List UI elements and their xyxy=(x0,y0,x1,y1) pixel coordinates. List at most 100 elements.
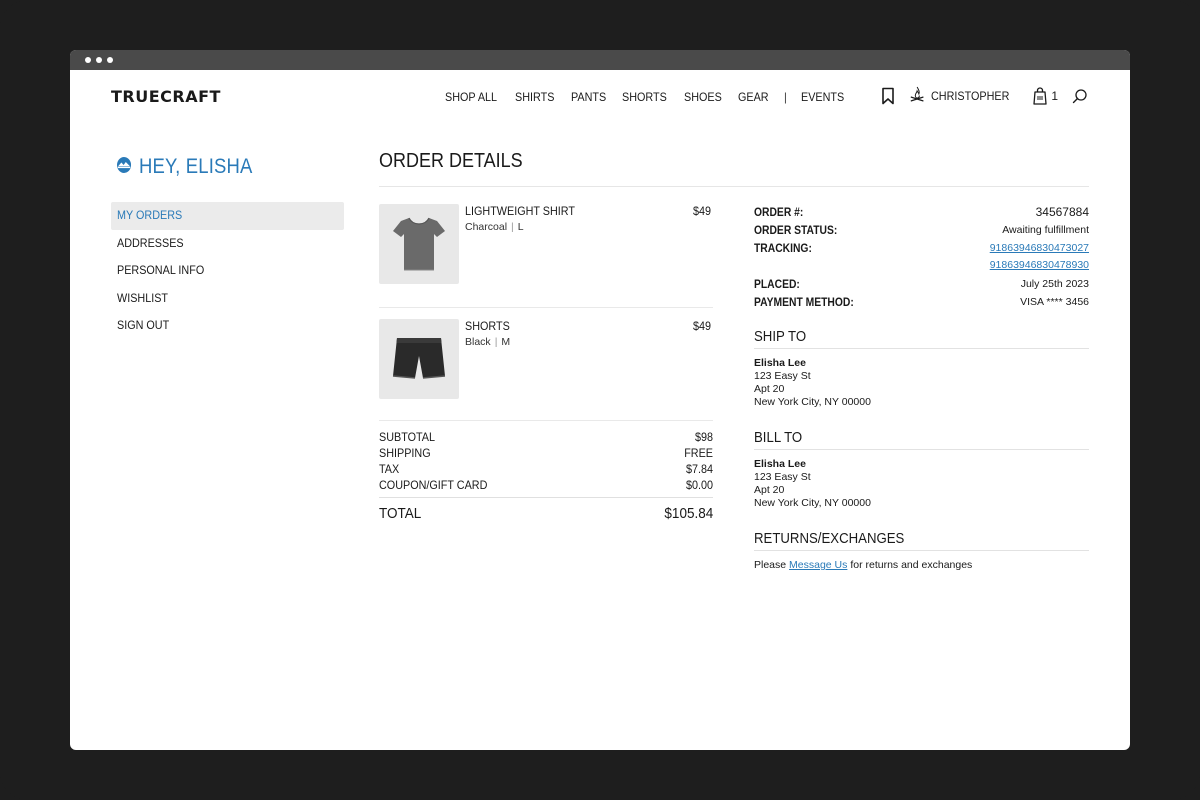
greeting: HEY, ELISHA xyxy=(117,155,344,179)
subtotal-label: SUBTOTAL xyxy=(379,430,436,444)
returns-suffix: for returns and exchanges xyxy=(850,559,973,571)
nav-pants[interactable]: PANTS xyxy=(571,90,606,104)
order-number-value: 34567884 xyxy=(1035,205,1089,219)
tracking-links: 91863946830473027 91863946830478930 xyxy=(990,240,1089,274)
device-frame: TRUECRAFT SHOP ALL SHIRTS PANTS SHORTS S… xyxy=(0,0,1200,800)
window-dot[interactable] xyxy=(85,57,91,63)
shipping-value: FREE xyxy=(684,446,713,460)
greeting-text: HEY, ELISHA xyxy=(139,155,253,178)
mountain-logo-icon xyxy=(117,155,132,179)
bill-to-line2: Apt 20 xyxy=(754,484,785,496)
item-color: Black xyxy=(465,336,491,348)
shorts-image xyxy=(392,338,446,379)
bookmark-icon[interactable] xyxy=(881,87,895,105)
sidebar-item-addresses[interactable]: ADDRESSES xyxy=(111,230,344,258)
tracking-link[interactable]: 91863946830473027 xyxy=(990,240,1089,256)
brand-logo[interactable]: TRUECRAFT xyxy=(111,87,221,106)
item-name-text: SHORTS xyxy=(465,319,510,333)
sidebar-item-label: SIGN OUT xyxy=(117,318,170,332)
item-name[interactable]: LIGHTWEIGHT SHIRT xyxy=(465,204,587,218)
ship-to-address: Elisha Lee 123 Easy St Apt 20 New York C… xyxy=(754,357,1089,409)
order-details-main: ORDER DETAILS LIGHTWEIGHT SHIRT Charcoal… xyxy=(379,150,1089,571)
nav-separator: | xyxy=(783,90,787,104)
item-variant: Black | M xyxy=(465,336,515,348)
product-image[interactable] xyxy=(379,204,459,284)
message-us-link[interactable]: Message Us xyxy=(789,559,847,571)
total-value: $105.84 xyxy=(664,505,713,522)
sidebar-item-personal-info[interactable]: PERSONAL INFO xyxy=(111,257,344,285)
coupon-label: COUPON/GIFT CARD xyxy=(379,478,488,492)
order-items: LIGHTWEIGHT SHIRT Charcoal | L $49 SHORT… xyxy=(379,204,713,522)
window-titlebar xyxy=(70,50,1130,70)
order-number-label: ORDER #: xyxy=(754,205,804,219)
payment-value: VISA **** 3456 xyxy=(1020,296,1089,308)
account-menu-list: MY ORDERS ADDRESSES PERSONAL INFO WISHLI… xyxy=(111,202,344,340)
window-dot[interactable] xyxy=(96,57,102,63)
nav-gear[interactable]: GEAR xyxy=(738,90,769,104)
title-divider xyxy=(379,186,1089,187)
returns-prefix: Please xyxy=(754,559,787,571)
ship-to-title: SHIP TO xyxy=(754,328,1089,349)
item-price-text: $49 xyxy=(692,204,711,218)
sidebar-item-my-orders[interactable]: MY ORDERS xyxy=(111,202,344,230)
coupon-row: COUPON/GIFT CARD $0.00 xyxy=(379,477,713,493)
order-status-value: Awaiting fulfillment xyxy=(1002,224,1089,236)
bill-to-address: Elisha Lee 123 Easy St Apt 20 New York C… xyxy=(754,458,1089,510)
item-name[interactable]: SHORTS xyxy=(465,319,515,333)
sidebar-item-label: PERSONAL INFO xyxy=(117,263,205,277)
total-row: TOTAL $105.84 xyxy=(379,497,713,522)
cart-button[interactable]: 1 xyxy=(1032,86,1058,105)
window-dot[interactable] xyxy=(107,57,113,63)
nav-shirts[interactable]: SHIRTS xyxy=(515,90,554,104)
total-label: TOTAL xyxy=(379,505,422,522)
returns-title: RETURNS/EXCHANGES xyxy=(754,530,1089,551)
returns-title-text: RETURNS/EXCHANGES xyxy=(754,530,905,547)
page-title: ORDER DETAILS xyxy=(379,150,1089,186)
order-status-row: ORDER STATUS: Awaiting fulfillment xyxy=(754,222,1089,238)
tax-label: TAX xyxy=(379,462,400,476)
account-username: CHRISTOPHER xyxy=(931,88,1010,103)
window-controls xyxy=(85,57,113,63)
sidebar-item-wishlist[interactable]: WISHLIST xyxy=(111,285,344,313)
ship-to-title-text: SHIP TO xyxy=(754,328,807,345)
bill-to-city: New York City, NY 00000 xyxy=(754,497,871,509)
sidebar-item-label: WISHLIST xyxy=(117,290,169,305)
browser-window: TRUECRAFT SHOP ALL SHIRTS PANTS SHORTS S… xyxy=(70,50,1130,750)
sidebar-item-label: ADDRESSES xyxy=(117,235,184,250)
cart-count: 1 xyxy=(1051,88,1058,103)
tracking-label: TRACKING: xyxy=(754,241,812,255)
tax-value: $7.84 xyxy=(685,462,713,476)
item-size: M xyxy=(501,336,511,348)
account-menu[interactable]: CHRISTOPHER xyxy=(909,86,1018,105)
coupon-value: $0.00 xyxy=(685,478,713,492)
product-image[interactable] xyxy=(379,319,459,399)
item-price: $49 xyxy=(693,319,713,333)
ship-to-name: Elisha Lee xyxy=(754,357,806,369)
top-nav: TRUECRAFT SHOP ALL SHIRTS PANTS SHORTS S… xyxy=(70,70,1130,125)
account-sidebar: HEY, ELISHA MY ORDERS ADDRESSES PERSONAL… xyxy=(111,155,344,340)
main-menu: SHOP ALL SHIRTS PANTS SHORTS SHOES GEAR … xyxy=(445,90,861,104)
ship-to-line2: Apt 20 xyxy=(754,383,785,395)
ship-to-city: New York City, NY 00000 xyxy=(754,396,871,408)
tax-row: TAX $7.84 xyxy=(379,461,713,477)
nav-shop-all[interactable]: SHOP ALL xyxy=(445,90,497,104)
item-info: SHORTS Black | M xyxy=(465,319,515,420)
nav-shorts[interactable]: SHORTS xyxy=(622,90,667,104)
search-icon[interactable] xyxy=(1072,88,1088,104)
tracking-link[interactable]: 91863946830478930 xyxy=(990,257,1089,273)
sidebar-item-sign-out[interactable]: SIGN OUT xyxy=(111,312,344,340)
bill-to-title-text: BILL TO xyxy=(754,429,803,446)
nav-shoes[interactable]: SHOES xyxy=(684,90,722,104)
placed-label: PLACED: xyxy=(754,277,800,291)
ship-to-line1: 123 Easy St xyxy=(754,370,811,382)
item-info: LIGHTWEIGHT SHIRT Charcoal | L xyxy=(465,204,587,307)
item-size: L xyxy=(517,221,524,233)
returns-note: Please Message Us for returns and exchan… xyxy=(754,559,1089,571)
campfire-icon xyxy=(909,86,925,105)
tracking-row: TRACKING: 91863946830473027 918639468304… xyxy=(754,240,1089,274)
nav-events[interactable]: EVENTS xyxy=(801,90,844,104)
item-variant: Charcoal | L xyxy=(465,221,587,233)
payment-row: PAYMENT METHOD: VISA **** 3456 xyxy=(754,294,1089,310)
subtotal-value: $98 xyxy=(694,430,713,444)
order-number-row: ORDER #: 34567884 xyxy=(754,204,1089,220)
